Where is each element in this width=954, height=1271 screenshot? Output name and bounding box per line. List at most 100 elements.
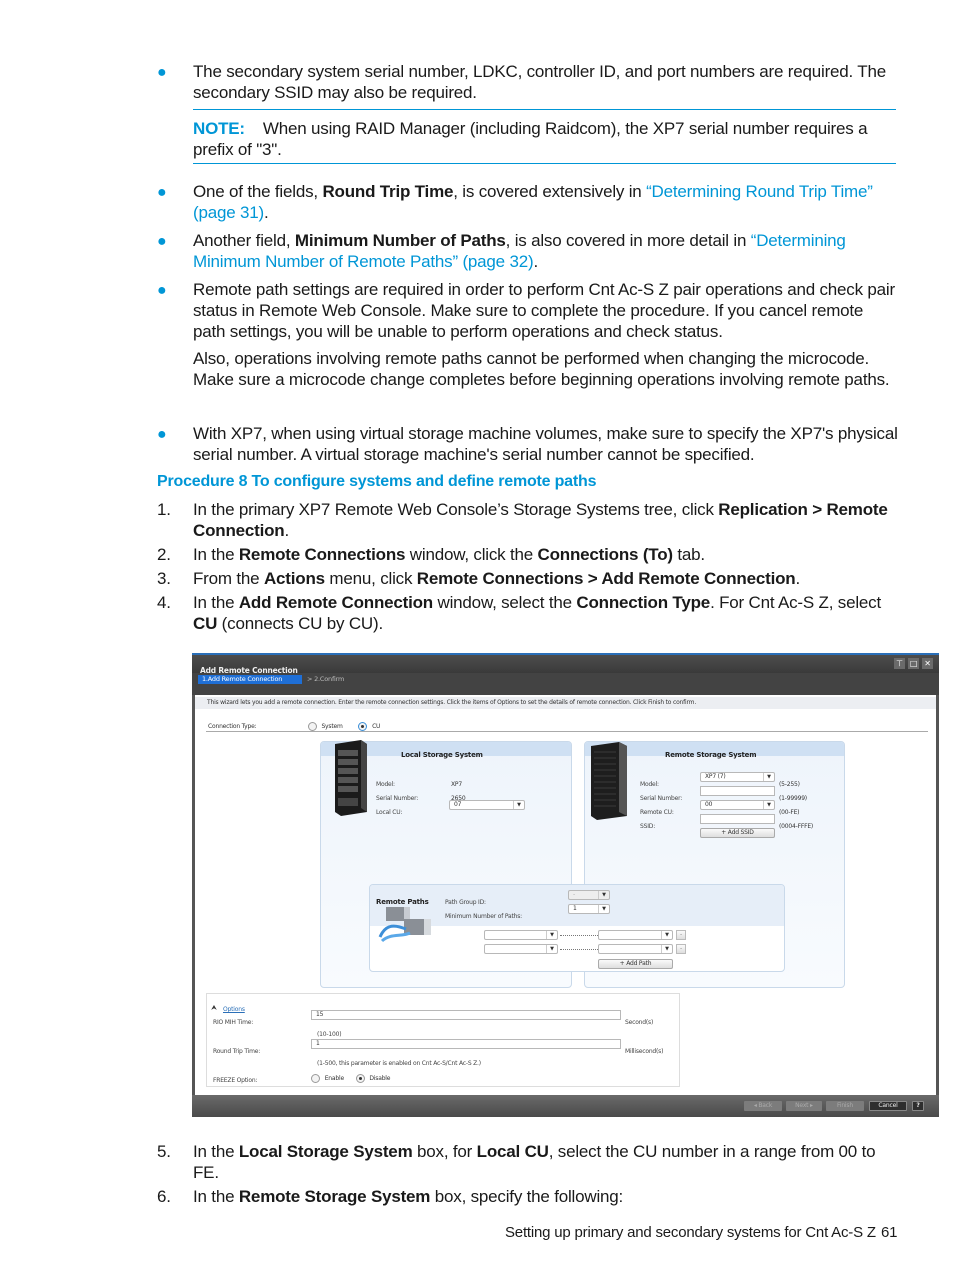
text: . xyxy=(795,569,801,588)
path-group-select[interactable]: - ▼ xyxy=(568,890,610,900)
text: From the xyxy=(193,569,264,588)
bullet-icon: ● xyxy=(157,282,167,299)
connection-type-row: Connection Type: System CU xyxy=(208,716,380,737)
freeze-label: FREEZE Option: xyxy=(213,1077,258,1084)
bold-term: Local CU xyxy=(476,1142,549,1161)
next-button[interactable]: Next ▸ xyxy=(786,1101,822,1111)
radio-freeze-disable[interactable] xyxy=(355,1074,365,1083)
remote-paths-panel: Remote Paths Path Group ID: - ▼ Minimum N… xyxy=(369,884,785,972)
radio-cu[interactable] xyxy=(358,722,368,731)
step-number: 5. xyxy=(157,1142,171,1161)
pin-icon[interactable]: ⊤ xyxy=(894,658,905,669)
chevron-down-icon: ▼ xyxy=(661,931,672,939)
bullet-icon: ● xyxy=(157,184,167,201)
remove-path-button[interactable]: - xyxy=(676,930,686,940)
remote-model-select[interactable]: XP7 (7) ▼ xyxy=(700,772,775,782)
note-label: NOTE: xyxy=(193,119,245,138)
radio-freeze-disable-label: Disable xyxy=(369,1075,391,1082)
wizard-instructions: This wizard lets you add a remote connec… xyxy=(195,697,936,709)
step-number: 3. xyxy=(157,569,171,588)
chevron-down-icon: ▼ xyxy=(513,801,524,809)
chevron-down-icon: ▼ xyxy=(763,801,774,809)
rtt-label: Round Trip Time: xyxy=(213,1048,261,1055)
add-remote-connection-dialog: Add Remote Connection ⊤ □ ✕ 1.Add Remote… xyxy=(192,653,939,1117)
radio-system[interactable] xyxy=(307,722,317,731)
text: In the xyxy=(193,545,239,564)
bold-term: Actions xyxy=(263,569,325,588)
maximize-icon[interactable]: □ xyxy=(908,658,919,669)
add-path-button[interactable]: + Add Path xyxy=(598,959,673,969)
step-add-remote-connection: 1.Add Remote Connection xyxy=(198,675,302,684)
local-port-select[interactable]: ▼ xyxy=(484,930,558,940)
add-ssid-button[interactable]: + Add SSID xyxy=(700,828,775,838)
bullet-remote-path-settings: Remote path settings are required in ord… xyxy=(193,280,895,341)
remote-serial-input[interactable] xyxy=(700,786,775,796)
bullet-min-paths: Another field, Minimum Number of Paths, … xyxy=(193,230,898,272)
text: . xyxy=(533,252,538,271)
local-cu-label: Local CU: xyxy=(376,809,403,816)
text: In the xyxy=(193,1187,239,1206)
text: (connects CU by CU). xyxy=(217,614,384,633)
remote-cu-select[interactable]: 00 ▼ xyxy=(700,800,775,810)
bold-term: Local Storage System xyxy=(238,1142,413,1161)
procedure-title: Procedure 8 To configure systems and def… xyxy=(157,473,597,490)
remote-port-select[interactable]: ▼ xyxy=(598,944,673,954)
bold-term: Remote Storage System xyxy=(238,1187,431,1206)
radio-freeze-enable[interactable] xyxy=(311,1074,320,1083)
ssid-input[interactable] xyxy=(700,814,775,824)
note-text: When using RAID Manager (including Raidc… xyxy=(193,119,868,159)
finish-button[interactable]: Finish xyxy=(826,1101,864,1111)
wizard-steps: 1.Add Remote Connection > 2.Confirm xyxy=(192,673,939,695)
bold-term: Remote Connections xyxy=(238,545,406,564)
text: In the xyxy=(193,593,239,612)
bullet-icon: ● xyxy=(157,426,167,443)
bold-term: Remote Connections > Add Remote Connecti… xyxy=(416,569,796,588)
ssid-label: SSID: xyxy=(640,823,656,830)
text: box, specify the following: xyxy=(430,1187,624,1206)
remote-model-value: XP7 (7) xyxy=(705,773,726,780)
dialog-title-bar: Add Remote Connection ⊤ □ ✕ xyxy=(192,653,939,675)
text: , is also covered in more detail in xyxy=(505,231,751,250)
back-button[interactable]: ◂ Back xyxy=(744,1101,782,1111)
cancel-button[interactable]: Cancel xyxy=(869,1101,907,1111)
help-button[interactable]: ? xyxy=(912,1101,924,1111)
bold-term: Minimum Number of Paths xyxy=(294,231,506,250)
radio-system-label: System xyxy=(321,723,343,730)
remote-storage-title: Remote Storage System xyxy=(665,751,757,759)
close-icon[interactable]: ✕ xyxy=(922,658,933,669)
chevron-down-icon: ▼ xyxy=(546,931,557,939)
dialog-footer: ◂ Back Next ▸ Finish Cancel ? xyxy=(192,1095,939,1117)
rio-mih-input[interactable]: 15 xyxy=(311,1010,621,1020)
remote-port-select[interactable]: ▼ xyxy=(598,930,673,940)
remove-path-button[interactable]: - xyxy=(676,944,686,954)
step-2: In the Remote Connections window, click … xyxy=(193,544,898,565)
local-port-select[interactable]: ▼ xyxy=(484,944,558,954)
path-connector xyxy=(560,949,598,950)
bold-term: CU xyxy=(193,614,218,633)
note-block: NOTE: When using RAID Manager (including … xyxy=(193,118,898,160)
step-number: 1. xyxy=(157,500,171,519)
text: window, select the xyxy=(433,593,577,612)
local-cu-select[interactable]: 07 ▼ xyxy=(449,800,525,810)
local-cu-value: 07 xyxy=(454,801,462,808)
path-group-value: - xyxy=(573,891,575,898)
dialog-border-left xyxy=(192,695,195,1095)
text: In the primary XP7 Remote Web Console’s … xyxy=(193,500,719,519)
step-number: 6. xyxy=(157,1187,171,1206)
step-4: In the Add Remote Connection window, sel… xyxy=(193,592,898,634)
path-connector xyxy=(560,935,598,936)
bullet-round-trip-time: One of the fields, Round Trip Time, is c… xyxy=(193,181,898,223)
network-paths-icon xyxy=(378,907,431,943)
note-divider-bottom xyxy=(193,163,896,164)
options-section: ⮝ Options RIO MIH Time: 15 Second(s) (10… xyxy=(206,993,680,1087)
text: menu, click xyxy=(324,569,417,588)
paragraph-microcode: Also, operations involving remote paths … xyxy=(193,349,890,389)
min-paths-select[interactable]: 1 ▼ xyxy=(568,904,610,914)
rtt-unit: Millisecond(s) xyxy=(625,1048,664,1055)
freeze-radio-group: Enable Disable xyxy=(311,1068,390,1089)
bullet-virtual-storage: With XP7, when using virtual storage mac… xyxy=(193,424,898,464)
page-number: 61 xyxy=(881,1224,898,1241)
text: One of the fields, xyxy=(193,182,323,201)
bullet-icon: ● xyxy=(157,233,167,250)
rtt-input[interactable]: 1 xyxy=(311,1039,621,1049)
